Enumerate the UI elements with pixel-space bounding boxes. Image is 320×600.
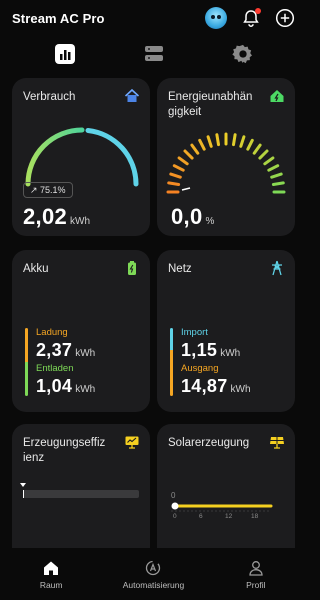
charge-unit: kWh bbox=[75, 348, 96, 359]
gauge-tick bbox=[271, 181, 285, 186]
efficiency-bar bbox=[23, 490, 139, 498]
person-icon bbox=[249, 560, 263, 576]
tab-statistics[interactable] bbox=[52, 41, 78, 67]
nav-automation[interactable]: Automatisierung bbox=[103, 559, 203, 590]
home-icon bbox=[44, 561, 59, 575]
notification-bell-icon[interactable] bbox=[241, 8, 261, 28]
gauge-tick bbox=[190, 143, 200, 155]
gear-icon bbox=[231, 44, 252, 64]
tab-devices[interactable] bbox=[141, 41, 167, 67]
card-title: Solarerzeugung bbox=[168, 437, 250, 449]
gauge-tick bbox=[232, 133, 237, 147]
card-battery[interactable]: Akku Ladung 2,37 kWh Entladen 1,04 kWh bbox=[12, 250, 150, 412]
house-energy-icon bbox=[270, 90, 284, 102]
battery-icon bbox=[128, 261, 136, 275]
gauge-tick bbox=[215, 133, 220, 147]
house-icon bbox=[124, 88, 140, 102]
card-title: Energieunabhän gigkeit bbox=[168, 91, 253, 118]
gauge-tick bbox=[263, 156, 275, 166]
gauge-tick bbox=[239, 135, 246, 148]
card-title: Netz bbox=[168, 263, 192, 275]
grid-bar bbox=[170, 328, 173, 396]
gauge-tick bbox=[169, 172, 182, 179]
gauge-tick bbox=[206, 135, 213, 148]
import-unit: kWh bbox=[220, 348, 241, 359]
nav-automation-label: Automatisierung bbox=[122, 579, 185, 590]
gauge-needle bbox=[181, 187, 191, 191]
x-tick: 12 bbox=[225, 513, 233, 520]
discharge-value: 1,04 bbox=[36, 376, 73, 396]
automation-icon bbox=[146, 560, 161, 575]
server-icon bbox=[144, 46, 163, 61]
assistant-avatar-icon[interactable] bbox=[205, 7, 227, 29]
export-value: 14,87 bbox=[181, 376, 228, 396]
card-generation-efficiency[interactable]: Erzeugungseffiz ienz bbox=[12, 424, 150, 564]
card-title: Akku bbox=[23, 263, 49, 275]
card-solar-generation[interactable]: Solarerzeugung 0 0 6 12 18 bbox=[157, 424, 295, 564]
gauge-tick bbox=[252, 143, 262, 155]
nav-profile[interactable]: Profil bbox=[206, 559, 306, 590]
nav-profile-label: Profil bbox=[246, 579, 266, 590]
gauge-tick bbox=[177, 156, 189, 166]
consumption-gauge bbox=[25, 127, 139, 187]
consumption-unit: kWh bbox=[70, 216, 91, 227]
x-tick: 6 bbox=[199, 513, 203, 520]
change-badge: ↗ 75.1% bbox=[23, 182, 73, 198]
export-label: Ausgang bbox=[181, 363, 219, 374]
card-title: Verbrauch bbox=[23, 91, 76, 103]
charge-value: 2,37 bbox=[36, 340, 73, 360]
nav-room[interactable]: Raum bbox=[1, 559, 101, 590]
solar-panel-chart-icon bbox=[125, 436, 139, 449]
independence-unit: % bbox=[205, 216, 215, 227]
notification-dot bbox=[255, 8, 261, 14]
import-label: Import bbox=[181, 327, 208, 338]
nav-room-label: Raum bbox=[39, 579, 63, 590]
gauge-tick bbox=[198, 138, 206, 151]
section-tabs bbox=[0, 38, 307, 70]
export-unit: kWh bbox=[230, 384, 251, 395]
add-icon[interactable] bbox=[275, 8, 295, 28]
gauge-tick bbox=[270, 172, 283, 179]
efficiency-marker bbox=[20, 483, 26, 487]
device-title: Stream AC Pro bbox=[12, 10, 105, 26]
card-title: Erzeugungseffiz ienz bbox=[23, 437, 106, 464]
power-tower-icon bbox=[272, 260, 282, 276]
gauge-tick bbox=[258, 149, 269, 160]
import-value: 1,15 bbox=[181, 340, 218, 360]
gauge-tick bbox=[183, 149, 194, 160]
independence-gauge bbox=[166, 132, 286, 194]
x-tick: 0 bbox=[173, 513, 177, 520]
gauge-tick bbox=[267, 164, 280, 172]
consumption-value: 2,02 bbox=[23, 204, 68, 229]
charge-bar bbox=[25, 328, 28, 396]
independence-value: 0,0 bbox=[171, 204, 203, 229]
card-consumption[interactable]: Verbrauch ↗ 75.1% 2,02 kWh bbox=[12, 78, 150, 236]
bar-chart-icon bbox=[54, 44, 75, 64]
x-tick: 18 bbox=[251, 513, 259, 520]
discharge-label: Entladen bbox=[36, 363, 74, 374]
bottom-navigation: Raum Automatisierung Profil bbox=[0, 548, 307, 600]
gauge-tick bbox=[246, 138, 254, 151]
discharge-unit: kWh bbox=[75, 384, 96, 395]
tab-settings[interactable] bbox=[230, 41, 256, 67]
solar-panel-icon bbox=[270, 437, 284, 449]
card-energy-independence[interactable]: Energieunabhän gigkeit 0,0% bbox=[157, 78, 295, 236]
gauge-tick bbox=[167, 181, 181, 186]
app-header: Stream AC Pro bbox=[0, 0, 307, 36]
card-grid[interactable]: Netz Import 1,15 kWh Ausgang 14,87 kWh bbox=[157, 250, 295, 412]
charge-label: Ladung bbox=[36, 327, 68, 338]
gauge-tick bbox=[172, 164, 185, 172]
